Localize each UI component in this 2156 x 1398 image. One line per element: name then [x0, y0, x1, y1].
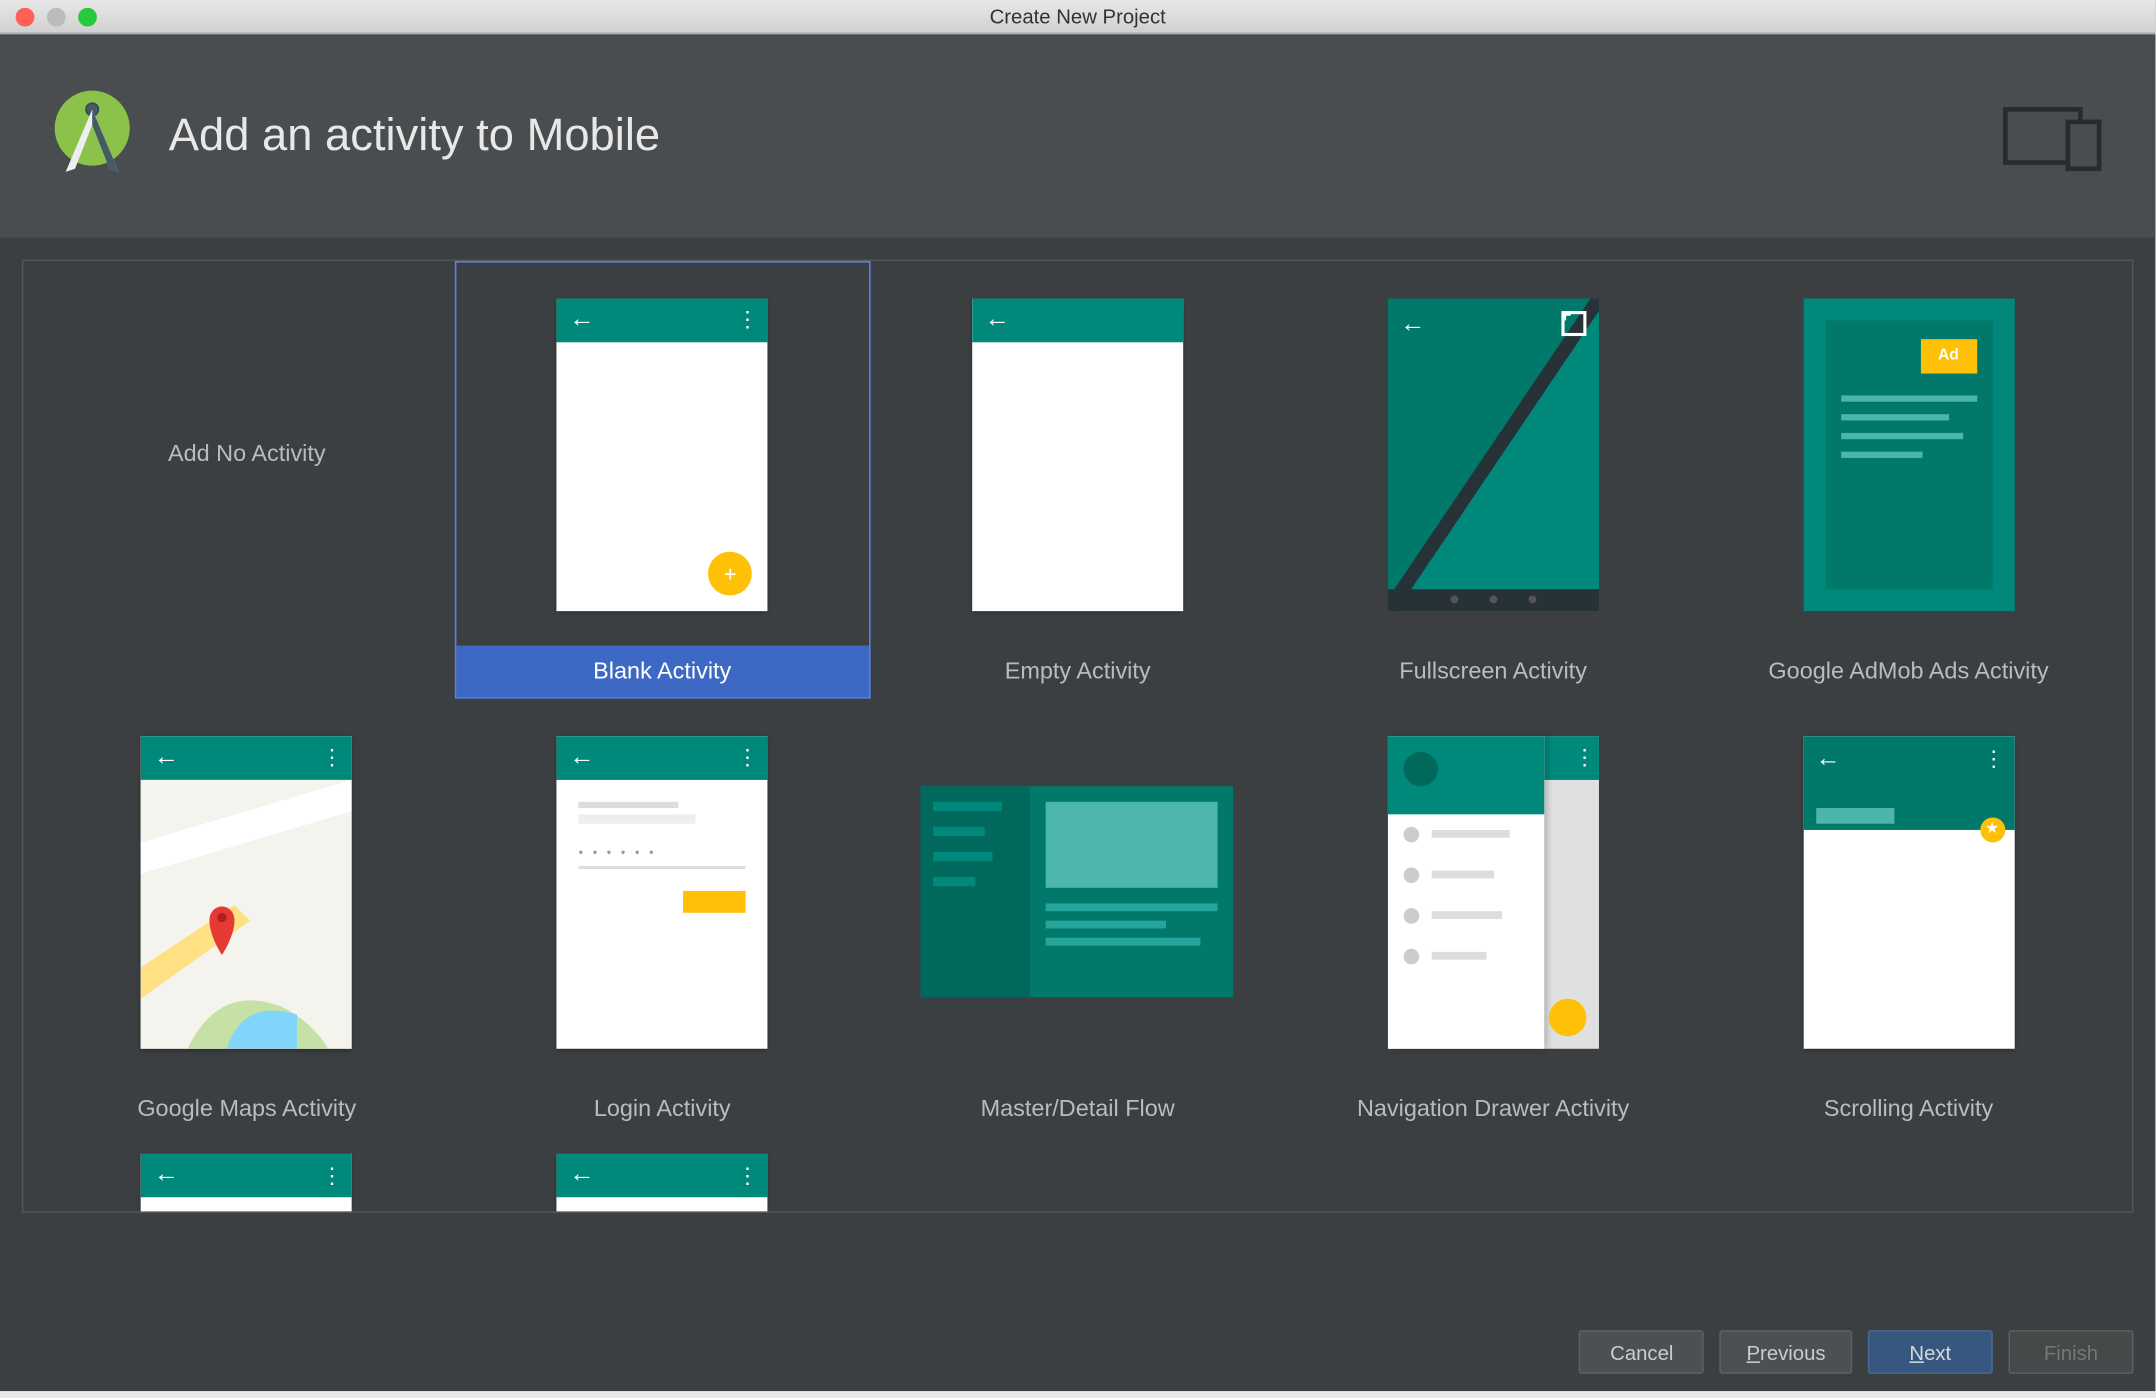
tile-label: Add No Activity [41, 263, 453, 646]
tile-label: Empty Activity [872, 646, 1284, 698]
back-arrow-icon: ← [569, 306, 594, 334]
preview-nav-drawer: ⋮ [1388, 735, 1599, 1048]
tile-label: Login Activity [456, 1083, 868, 1135]
preview-fullscreen: ← [1388, 298, 1599, 611]
page-title: Add an activity to Mobile [169, 110, 660, 162]
tile-navigation-drawer-activity[interactable]: ⋮ Navigation Drawer A [1285, 699, 1700, 1137]
zoom-window-button[interactable] [78, 7, 97, 26]
tile-scrolling-activity[interactable]: ← ⋮ ★ Scrolling Activity [1701, 699, 2116, 1137]
preview-empty: ← [972, 298, 1183, 611]
previous-button[interactable]: Previous [1720, 1330, 1852, 1374]
tile-label: Navigation Drawer Activity [1287, 1083, 1699, 1135]
tile-blank-activity[interactable]: ← ⋮ + Blank Activity [455, 261, 870, 699]
activity-grid: Add No Activity . ← ⋮ + Blank Activit [22, 259, 2134, 1212]
preview-login: ← ⋮ • • • • • • [557, 735, 768, 1048]
tile-label: Blank Activity [456, 646, 868, 698]
back-arrow-icon: ← [569, 1161, 594, 1189]
back-arrow-icon: ← [985, 306, 1010, 334]
map-icon [141, 779, 352, 1048]
wizard-window: Create New Project Add an activity to Mo… [0, 0, 2155, 1391]
content: Add No Activity . ← ⋮ + Blank Activit [0, 238, 2155, 1313]
fab-icon: + [708, 551, 752, 595]
overflow-icon: ⋮ [736, 306, 755, 333]
tile-partial-2[interactable]: ← ⋮ [455, 1136, 870, 1213]
overflow-icon: ⋮ [321, 1162, 340, 1189]
fullscreen-icon [1561, 310, 1586, 335]
back-arrow-icon: ← [569, 743, 594, 771]
finish-button: Finish [2008, 1330, 2133, 1374]
tile-label: Google AdMob Ads Activity [1702, 646, 2114, 698]
preview-scrolling: ← ⋮ ★ [1803, 735, 2014, 1048]
titlebar: Create New Project [0, 0, 2155, 34]
tile-label: Google Maps Activity [41, 1083, 453, 1135]
star-fab-icon: ★ [1980, 817, 2005, 842]
back-arrow-icon: ← [154, 743, 179, 771]
fab-icon [1549, 998, 1587, 1036]
form-factor-icon [2002, 100, 2111, 172]
next-button[interactable]: Next [1868, 1330, 1993, 1374]
tile-label: Master/Detail Flow [872, 1083, 1284, 1135]
header-left: Add an activity to Mobile [44, 88, 660, 185]
overflow-icon: ⋮ [321, 744, 340, 771]
tile-add-no-activity[interactable]: Add No Activity . [39, 261, 454, 699]
close-window-button[interactable] [16, 7, 35, 26]
minimize-window-button[interactable] [47, 7, 66, 26]
preview-maps: ← ⋮ [141, 735, 352, 1048]
back-arrow-icon: ← [1400, 310, 1425, 338]
window-title: Create New Project [990, 5, 1166, 28]
window-controls [0, 7, 97, 26]
overflow-icon: ⋮ [736, 1162, 755, 1189]
preview-admob: Ad [1803, 298, 2014, 611]
overflow-icon: ⋮ [1574, 744, 1593, 771]
android-studio-icon [44, 88, 141, 185]
wizard-footer: Cancel Previous Next Finish [0, 1313, 2155, 1391]
tile-fullscreen-activity[interactable]: ← Fullscreen Activity [1285, 261, 1700, 699]
preview-blank: ← ⋮ + [557, 298, 768, 611]
preview-master-detail [921, 786, 1234, 997]
ad-badge: Ad [1920, 338, 1976, 372]
tile-admob-activity[interactable]: Ad Google AdMob Ads Activity [1701, 261, 2116, 699]
tile-login-activity[interactable]: ← ⋮ • • • • • • Login [455, 699, 870, 1137]
tile-label: Scrolling Activity [1702, 1083, 2114, 1135]
tile-master-detail-flow[interactable]: Master/Detail Flow [870, 699, 1285, 1137]
tile-google-maps-activity[interactable]: ← ⋮ [39, 699, 454, 1137]
tile-empty-activity[interactable]: ← Empty Activity [870, 261, 1285, 699]
cancel-button[interactable]: Cancel [1579, 1330, 1704, 1374]
back-arrow-icon: ← [154, 1161, 179, 1189]
tile-label: Fullscreen Activity [1287, 646, 1699, 698]
wizard-header: Add an activity to Mobile [0, 34, 2155, 237]
overflow-icon: ⋮ [736, 744, 755, 771]
tile-partial-1[interactable]: ← ⋮ [39, 1136, 454, 1213]
